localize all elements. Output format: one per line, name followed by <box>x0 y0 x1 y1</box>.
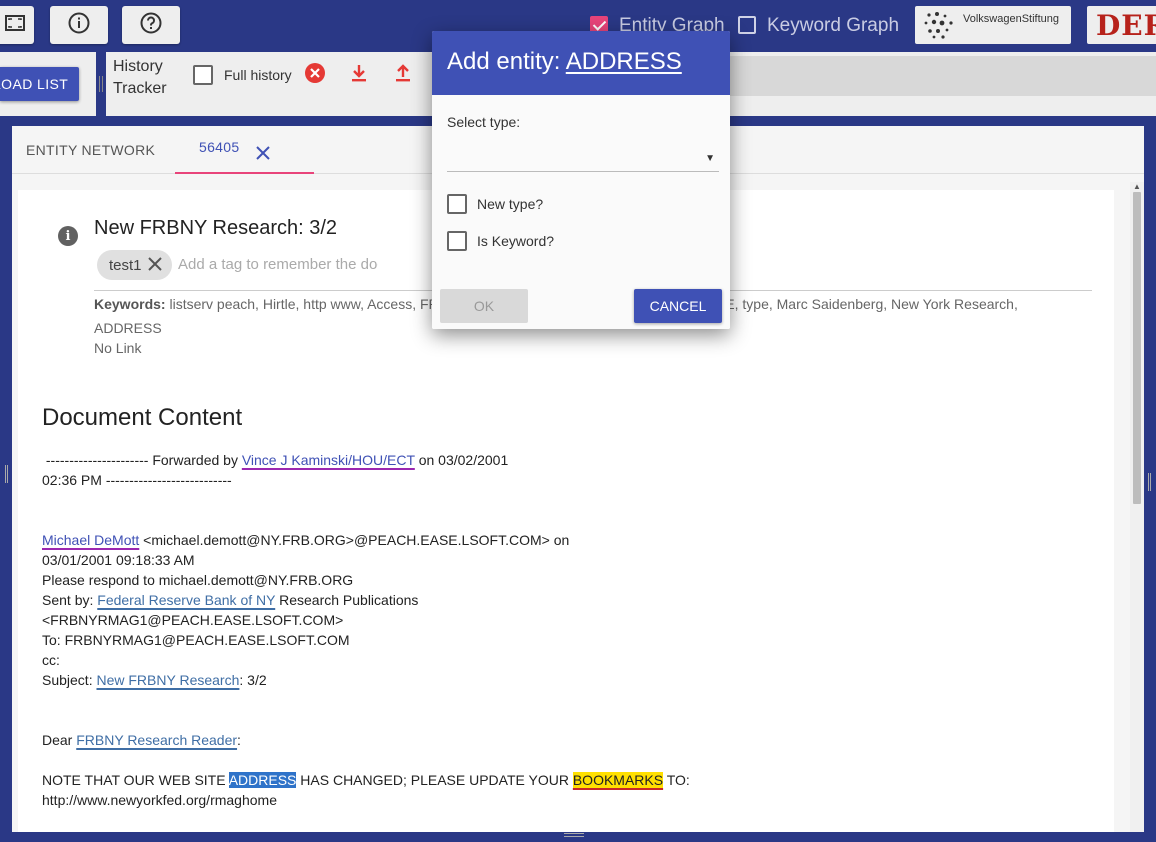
history-title-line2: Tracker <box>113 80 167 97</box>
dialog-title-prefix: Add entity: <box>447 48 566 75</box>
info-icon <box>68 12 90 39</box>
full-history-checkbox[interactable] <box>193 65 213 85</box>
document-link: No Link <box>94 340 142 356</box>
content-text: TO: <box>663 772 690 788</box>
scroll-up-icon[interactable]: ▲ <box>1133 182 1141 191</box>
document-title: New FRBNY Research: 3/2 <box>94 217 338 239</box>
content-text: <michael.demott@NY.FRB.ORG>@PEACH.EASE.L… <box>139 532 570 548</box>
tab-entity-network[interactable]: ENTITY NETWORK <box>26 126 155 174</box>
left-resize-handle[interactable] <box>5 465 8 483</box>
history-title-line1: History <box>113 58 163 75</box>
fullscreen-button[interactable] <box>0 6 34 44</box>
content-heading: Document Content <box>42 404 243 431</box>
content-text: : 3/2 <box>239 672 267 688</box>
entity-person[interactable]: Vince J Kaminski/HOU/ECT <box>242 452 415 468</box>
tag-chip-label: test1 <box>109 256 142 274</box>
remove-tag-icon[interactable] <box>147 256 163 276</box>
content-text: Please respond to michael.demott@NY.FRB.… <box>42 572 354 588</box>
ok-button[interactable]: OK <box>440 289 528 323</box>
bottom-resize-handle[interactable] <box>564 833 584 837</box>
entity-person[interactable]: Michael DeMott <box>42 532 139 548</box>
content-text: Sent by: <box>42 592 98 608</box>
content-text: Subject: <box>42 672 97 688</box>
download-history-button[interactable] <box>348 64 370 86</box>
keywords-label: Keywords: <box>94 296 166 312</box>
content-text: cc: <box>42 652 60 668</box>
cancel-button[interactable]: CANCEL <box>634 289 722 323</box>
dropdown-arrow-icon: ▼ <box>705 153 715 164</box>
keyword-highlight[interactable]: BOOKMARKS <box>572 772 664 788</box>
fullscreen-icon <box>5 14 25 37</box>
panel-resize-handle[interactable] <box>99 76 103 92</box>
is-keyword-label: Is Keyword? <box>477 233 555 249</box>
close-tab-icon[interactable] <box>255 145 271 164</box>
content-text: HAS CHANGED; PLEASE UPDATE YOUR <box>296 772 573 788</box>
new-type-label: New type? <box>477 196 544 212</box>
content-text: 03/01/2001 09:18:33 AM <box>42 552 195 568</box>
der-logo-text: DER <box>1096 9 1156 42</box>
document-scrollbar[interactable]: ▲ <box>1130 182 1144 832</box>
content-text: 02:36 PM --------------------------- <box>42 472 232 488</box>
load-list-label: LOAD LIST <box>0 76 69 92</box>
der-logo[interactable]: DER <box>1087 6 1156 44</box>
load-list-panel: LOAD LIST <box>0 52 96 116</box>
selected-text[interactable]: ADDRESS <box>228 772 297 788</box>
keyword-graph-label: Keyword Graph <box>767 15 900 36</box>
dialog-title: Add entity: ADDRESS <box>447 48 682 76</box>
document-info-icon[interactable]: i <box>58 226 78 246</box>
content-text: NOTE THAT OUR WEB SITE <box>42 772 229 788</box>
document-content: ---------------------- Forwarded by Vinc… <box>42 450 1092 810</box>
volkswagenstiftung-logo[interactable]: VolkswagenStiftung <box>915 6 1071 44</box>
content-text: on 03/02/2001 <box>414 452 509 468</box>
content-text: ---------------------- Forwarded by <box>42 452 242 468</box>
vw-logo-text: VolkswagenStiftung <box>963 13 1060 25</box>
upload-history-button[interactable] <box>392 63 414 87</box>
info-button[interactable] <box>50 6 108 44</box>
entity-type-select[interactable]: ▼ <box>447 147 719 172</box>
help-button[interactable] <box>122 6 180 44</box>
cancel-button-label: CANCEL <box>649 298 707 314</box>
download-icon <box>351 64 367 87</box>
content-text: : <box>237 732 241 748</box>
entity-organization[interactable]: FRBNY Research Reader <box>76 732 237 748</box>
new-type-checkbox[interactable] <box>447 194 467 214</box>
history-timeline[interactable] <box>726 56 1156 96</box>
keyword-graph-checkbox[interactable] <box>738 16 756 34</box>
tag-input[interactable]: Add a tag to remember the document <box>178 256 378 273</box>
clear-history-button[interactable] <box>304 62 326 88</box>
tab-entity-network-label: ENTITY NETWORK <box>26 142 156 158</box>
history-tracker-title: History Tracker <box>113 56 183 100</box>
upload-icon <box>395 63 411 87</box>
scrollbar-thumb[interactable] <box>1133 192 1141 504</box>
help-icon <box>140 12 162 39</box>
tab-document[interactable]: 56405 <box>175 126 314 174</box>
ok-button-label: OK <box>473 298 495 314</box>
is-keyword-checkbox[interactable] <box>447 231 467 251</box>
tab-document-label: 56405 <box>199 139 240 155</box>
dialog-title-entity: ADDRESS <box>565 48 682 75</box>
tag-chip: test1 <box>97 250 172 280</box>
content-text: Research Publications <box>275 592 419 608</box>
content-text: To: FRBNYRMAG1@PEACH.EASE.LSOFT.COM <box>42 632 350 648</box>
entity-organization[interactable]: New FRBNY Research <box>96 672 239 688</box>
content-text: http://www.newyorkfed.org/rmaghome <box>42 792 277 808</box>
add-entity-dialog: Add entity: ADDRESS Select type: ▼ New t… <box>432 31 730 329</box>
full-history-label: Full history <box>224 67 292 83</box>
load-list-button[interactable]: LOAD LIST <box>0 67 79 101</box>
right-resize-handle[interactable] <box>1148 473 1151 491</box>
clear-history-icon <box>305 62 325 88</box>
content-text: <FRBNYRMAG1@PEACH.EASE.LSOFT.COM> <box>42 612 344 628</box>
vw-dots-icon <box>924 12 953 39</box>
content-text: Dear <box>42 732 77 748</box>
dialog-header: Add entity: ADDRESS <box>432 31 730 95</box>
entity-organization[interactable]: Federal Reserve Bank of NY <box>97 592 275 608</box>
select-type-label: Select type: <box>447 114 521 130</box>
